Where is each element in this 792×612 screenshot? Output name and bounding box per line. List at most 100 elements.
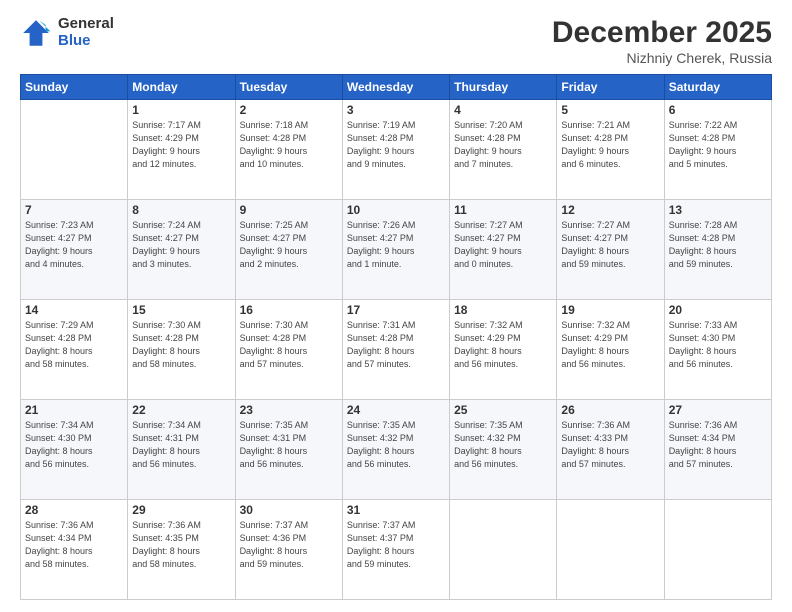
- day-number: 3: [347, 103, 445, 117]
- calendar-week-3: 14 Sunrise: 7:29 AM Sunset: 4:28 PM Dayli…: [21, 300, 772, 400]
- calendar-cell: 1Sunrise: 7:17 AM Sunset: 4:29 PM Daylig…: [128, 100, 235, 200]
- location: Nizhniy Cherek, Russia: [552, 50, 772, 66]
- day-info: Sunrise: 7:33 AM Sunset: 4:30 PM Dayligh…: [669, 319, 767, 371]
- calendar-cell: 10 Sunrise: 7:26 AM Sunset: 4:27 PM Dayli…: [342, 200, 449, 300]
- calendar-week-4: 21Sunrise: 7:34 AM Sunset: 4:30 PM Dayli…: [21, 400, 772, 500]
- calendar-cell: 12 Sunrise: 7:27 AM Sunset: 4:27 PM Dayli…: [557, 200, 664, 300]
- header: General Blue December 2025 Nizhniy Chere…: [20, 16, 772, 66]
- day-info: Sunrise: 7:32 AM Sunset: 4:29 PM Dayligh…: [561, 319, 659, 371]
- day-number: 28: [25, 503, 123, 517]
- day-number: 12: [561, 203, 659, 217]
- calendar-cell: 2Sunrise: 7:18 AM Sunset: 4:28 PM Daylig…: [235, 100, 342, 200]
- day-number: 31: [347, 503, 445, 517]
- calendar-cell: 21Sunrise: 7:34 AM Sunset: 4:30 PM Dayli…: [21, 400, 128, 500]
- day-info: Sunrise: 7:23 AM Sunset: 4:27 PM Dayligh…: [25, 219, 123, 271]
- calendar-cell: 17 Sunrise: 7:31 AM Sunset: 4:28 PM Dayli…: [342, 300, 449, 400]
- calendar-cell: 28 Sunrise: 7:36 AM Sunset: 4:34 PM Dayli…: [21, 500, 128, 600]
- day-number: 17: [347, 303, 445, 317]
- day-info: Sunrise: 7:35 AM Sunset: 4:32 PM Dayligh…: [454, 419, 552, 471]
- day-info: Sunrise: 7:22 AM Sunset: 4:28 PM Dayligh…: [669, 119, 767, 171]
- calendar-cell: [664, 500, 771, 600]
- calendar-cell: 11 Sunrise: 7:27 AM Sunset: 4:27 PM Dayli…: [450, 200, 557, 300]
- calendar-table: SundayMondayTuesdayWednesdayThursdayFrid…: [20, 74, 772, 600]
- calendar-cell: [450, 500, 557, 600]
- calendar-cell: 29Sunrise: 7:36 AM Sunset: 4:35 PM Dayli…: [128, 500, 235, 600]
- day-number: 25: [454, 403, 552, 417]
- calendar-cell: 23 Sunrise: 7:35 AM Sunset: 4:31 PM Dayli…: [235, 400, 342, 500]
- day-info: Sunrise: 7:24 AM Sunset: 4:27 PM Dayligh…: [132, 219, 230, 271]
- calendar-cell: 25 Sunrise: 7:35 AM Sunset: 4:32 PM Dayli…: [450, 400, 557, 500]
- calendar-cell: 20Sunrise: 7:33 AM Sunset: 4:30 PM Dayli…: [664, 300, 771, 400]
- day-info: Sunrise: 7:26 AM Sunset: 4:27 PM Dayligh…: [347, 219, 445, 271]
- calendar-cell: 22 Sunrise: 7:34 AM Sunset: 4:31 PM Dayli…: [128, 400, 235, 500]
- day-info: Sunrise: 7:34 AM Sunset: 4:31 PM Dayligh…: [132, 419, 230, 471]
- calendar-cell: 30 Sunrise: 7:37 AM Sunset: 4:36 PM Dayli…: [235, 500, 342, 600]
- logo: General Blue: [20, 16, 114, 49]
- day-number: 30: [240, 503, 338, 517]
- day-number: 7: [25, 203, 123, 217]
- calendar-cell: 27 Sunrise: 7:36 AM Sunset: 4:34 PM Dayli…: [664, 400, 771, 500]
- day-info: Sunrise: 7:19 AM Sunset: 4:28 PM Dayligh…: [347, 119, 445, 171]
- day-info: Sunrise: 7:21 AM Sunset: 4:28 PM Dayligh…: [561, 119, 659, 171]
- calendar-cell: 31 Sunrise: 7:37 AM Sunset: 4:37 PM Dayli…: [342, 500, 449, 600]
- title-area: December 2025 Nizhniy Cherek, Russia: [552, 16, 772, 66]
- calendar-header-friday: Friday: [557, 75, 664, 100]
- calendar-cell: 15 Sunrise: 7:30 AM Sunset: 4:28 PM Dayli…: [128, 300, 235, 400]
- day-info: Sunrise: 7:36 AM Sunset: 4:33 PM Dayligh…: [561, 419, 659, 471]
- day-number: 5: [561, 103, 659, 117]
- calendar-week-1: 1Sunrise: 7:17 AM Sunset: 4:29 PM Daylig…: [21, 100, 772, 200]
- day-number: 19: [561, 303, 659, 317]
- day-number: 15: [132, 303, 230, 317]
- day-number: 29: [132, 503, 230, 517]
- calendar-week-5: 28 Sunrise: 7:36 AM Sunset: 4:34 PM Dayli…: [21, 500, 772, 600]
- day-number: 6: [669, 103, 767, 117]
- calendar-cell: 13Sunrise: 7:28 AM Sunset: 4:28 PM Dayli…: [664, 200, 771, 300]
- day-info: Sunrise: 7:30 AM Sunset: 4:28 PM Dayligh…: [240, 319, 338, 371]
- day-number: 14: [25, 303, 123, 317]
- calendar-header-sunday: Sunday: [21, 75, 128, 100]
- day-number: 26: [561, 403, 659, 417]
- day-info: Sunrise: 7:27 AM Sunset: 4:27 PM Dayligh…: [454, 219, 552, 271]
- calendar-cell: 9Sunrise: 7:25 AM Sunset: 4:27 PM Daylig…: [235, 200, 342, 300]
- day-number: 23: [240, 403, 338, 417]
- logo-text: General Blue: [58, 16, 114, 49]
- calendar-cell: 3 Sunrise: 7:19 AM Sunset: 4:28 PM Daylig…: [342, 100, 449, 200]
- calendar-header-thursday: Thursday: [450, 75, 557, 100]
- calendar-cell: 14 Sunrise: 7:29 AM Sunset: 4:28 PM Dayli…: [21, 300, 128, 400]
- calendar-cell: [21, 100, 128, 200]
- logo-blue-text: Blue: [58, 33, 114, 50]
- day-number: 22: [132, 403, 230, 417]
- day-number: 18: [454, 303, 552, 317]
- day-info: Sunrise: 7:34 AM Sunset: 4:30 PM Dayligh…: [25, 419, 123, 471]
- calendar-cell: 8 Sunrise: 7:24 AM Sunset: 4:27 PM Daylig…: [128, 200, 235, 300]
- day-number: 24: [347, 403, 445, 417]
- calendar-cell: 26 Sunrise: 7:36 AM Sunset: 4:33 PM Dayli…: [557, 400, 664, 500]
- calendar-cell: 16Sunrise: 7:30 AM Sunset: 4:28 PM Dayli…: [235, 300, 342, 400]
- day-info: Sunrise: 7:37 AM Sunset: 4:37 PM Dayligh…: [347, 519, 445, 571]
- day-info: Sunrise: 7:28 AM Sunset: 4:28 PM Dayligh…: [669, 219, 767, 271]
- day-info: Sunrise: 7:37 AM Sunset: 4:36 PM Dayligh…: [240, 519, 338, 571]
- day-info: Sunrise: 7:20 AM Sunset: 4:28 PM Dayligh…: [454, 119, 552, 171]
- day-info: Sunrise: 7:29 AM Sunset: 4:28 PM Dayligh…: [25, 319, 123, 371]
- calendar-header-wednesday: Wednesday: [342, 75, 449, 100]
- day-number: 27: [669, 403, 767, 417]
- calendar-cell: 7 Sunrise: 7:23 AM Sunset: 4:27 PM Daylig…: [21, 200, 128, 300]
- calendar-cell: [557, 500, 664, 600]
- calendar-header-monday: Monday: [128, 75, 235, 100]
- day-info: Sunrise: 7:31 AM Sunset: 4:28 PM Dayligh…: [347, 319, 445, 371]
- page: General Blue December 2025 Nizhniy Chere…: [0, 0, 792, 612]
- day-info: Sunrise: 7:27 AM Sunset: 4:27 PM Dayligh…: [561, 219, 659, 271]
- day-number: 11: [454, 203, 552, 217]
- day-info: Sunrise: 7:25 AM Sunset: 4:27 PM Dayligh…: [240, 219, 338, 271]
- day-info: Sunrise: 7:35 AM Sunset: 4:32 PM Dayligh…: [347, 419, 445, 471]
- day-number: 8: [132, 203, 230, 217]
- day-info: Sunrise: 7:36 AM Sunset: 4:34 PM Dayligh…: [669, 419, 767, 471]
- day-info: Sunrise: 7:30 AM Sunset: 4:28 PM Dayligh…: [132, 319, 230, 371]
- day-number: 2: [240, 103, 338, 117]
- calendar-header-saturday: Saturday: [664, 75, 771, 100]
- day-info: Sunrise: 7:35 AM Sunset: 4:31 PM Dayligh…: [240, 419, 338, 471]
- day-info: Sunrise: 7:17 AM Sunset: 4:29 PM Dayligh…: [132, 119, 230, 171]
- day-number: 10: [347, 203, 445, 217]
- month-title: December 2025: [552, 16, 772, 50]
- day-info: Sunrise: 7:36 AM Sunset: 4:34 PM Dayligh…: [25, 519, 123, 571]
